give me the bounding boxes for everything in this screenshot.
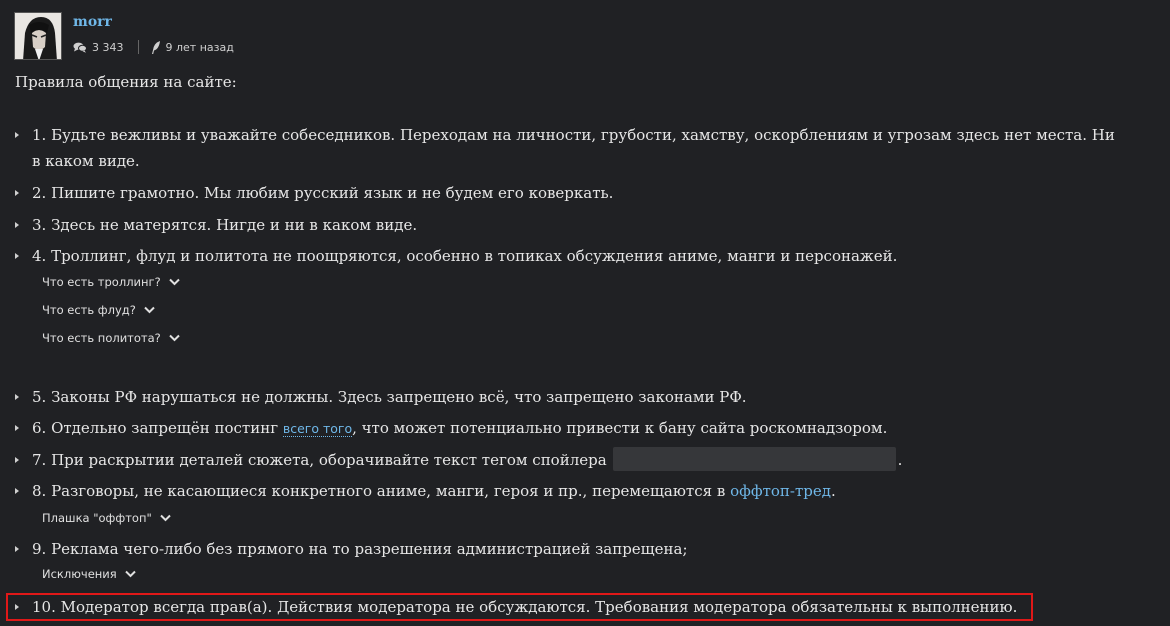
bullet-icon: [15, 425, 19, 431]
chevron-down-icon: [169, 334, 180, 342]
spoiler-label: Исключения: [42, 567, 117, 581]
chevron-down-icon: [144, 306, 155, 314]
bullet-icon: [15, 253, 19, 259]
everything-that-link[interactable]: всего того: [282, 421, 353, 437]
offtop-thread-link[interactable]: оффтоп-тред: [730, 482, 831, 500]
rule-text: 10. Модератор всегда прав(а). Действия м…: [32, 598, 1018, 616]
rule-text-part: .: [897, 451, 903, 469]
chevron-down-icon: [160, 514, 171, 522]
meta-divider: [137, 40, 139, 54]
rule-text: 5. Законы РФ нарушаться не должны. Здесь…: [32, 388, 747, 406]
rule-text: 6. Отдельно запрещён постинг всего того,…: [32, 415, 1125, 442]
bullet-icon: [15, 457, 19, 463]
avatar[interactable]: [14, 12, 62, 60]
spoiler-label: Плашка "оффтоп": [42, 511, 152, 525]
quill-icon: [151, 40, 161, 54]
bullet-icon: [15, 132, 19, 138]
rule-text: 8. Разговоры, не касающиеся конкретного …: [32, 478, 1125, 504]
bullet-icon: [15, 488, 19, 494]
author-name-link[interactable]: morr: [73, 14, 112, 30]
spoiler-offtop-badge[interactable]: Плашка "оффтоп": [42, 511, 171, 525]
rule-item-7: 7. При раскрытии деталей сюжета, оборачи…: [15, 447, 1125, 473]
spoiler-flood[interactable]: Что есть флуд?: [42, 303, 155, 317]
rule-text-part: .: [831, 482, 836, 500]
rule-item-2: 2. Пишите грамотно. Мы любим русский язы…: [15, 180, 1125, 206]
rule-text: 1. Будьте вежливы и уважайте собеседнико…: [32, 126, 1115, 170]
rules-intro: Правила общения на сайте:: [15, 73, 237, 91]
comments-icon: [73, 42, 87, 53]
rule-text: 9. Реклама чего-либо без прямого на то р…: [32, 540, 688, 558]
post-date[interactable]: 9 лет назад: [166, 41, 234, 54]
rule-text-part: 8. Разговоры, не касающиеся конкретного …: [32, 482, 731, 500]
spoiler-tag-block[interactable]: [612, 447, 896, 471]
bullet-icon: [15, 604, 19, 610]
bullet-icon: [15, 546, 19, 552]
bullet-icon: [15, 190, 19, 196]
rule-text-part: 6. Отдельно запрещён постинг: [32, 419, 283, 437]
rule-text-part: 7. При раскрытии деталей сюжета, оборачи…: [32, 451, 607, 469]
spoiler-label: Что есть политота?: [42, 331, 161, 345]
rule-item-8: 8. Разговоры, не касающиеся конкретного …: [15, 478, 1125, 504]
spoiler-trolling[interactable]: Что есть троллинг?: [42, 275, 180, 289]
spoiler-politics[interactable]: Что есть политота?: [42, 331, 180, 345]
bullet-icon: [15, 222, 19, 228]
rule-text: 2. Пишите грамотно. Мы любим русский язы…: [32, 184, 614, 202]
bullet-icon: [15, 394, 19, 400]
spoiler-label: Что есть троллинг?: [42, 275, 161, 289]
rule-item-1: 1. Будьте вежливы и уважайте собеседнико…: [15, 122, 1125, 174]
rule-item-5: 5. Законы РФ нарушаться не должны. Здесь…: [15, 384, 1125, 410]
chevron-down-icon: [124, 570, 136, 578]
rule-item-9: 9. Реклама чего-либо без прямого на то р…: [15, 536, 1125, 562]
comment-meta: 3 343 9 лет назад: [73, 40, 234, 54]
spoiler-label: Что есть флуд?: [42, 303, 136, 317]
comments-count: 3 343: [92, 40, 124, 54]
spoiler-exceptions[interactable]: Исключения: [42, 567, 136, 581]
rule-item-10: 10. Модератор всегда прав(а). Действия м…: [15, 594, 1125, 620]
rule-item-3: 3. Здесь не матерятся. Нигде и ни в како…: [15, 212, 1125, 238]
rule-item-4: 4. Троллинг, флуд и политота не поощряют…: [15, 243, 1125, 269]
rule-text: 3. Здесь не матерятся. Нигде и ни в како…: [32, 216, 418, 234]
rule-text: 7. При раскрытии деталей сюжета, оборачи…: [32, 447, 1125, 473]
rule-item-6: 6. Отдельно запрещён постинг всего того,…: [15, 415, 1125, 441]
rule-text-part: , что может потенциально привести к бану…: [352, 419, 888, 437]
rule-text: 4. Троллинг, флуд и политота не поощряют…: [32, 247, 898, 265]
chevron-down-icon: [168, 278, 180, 286]
